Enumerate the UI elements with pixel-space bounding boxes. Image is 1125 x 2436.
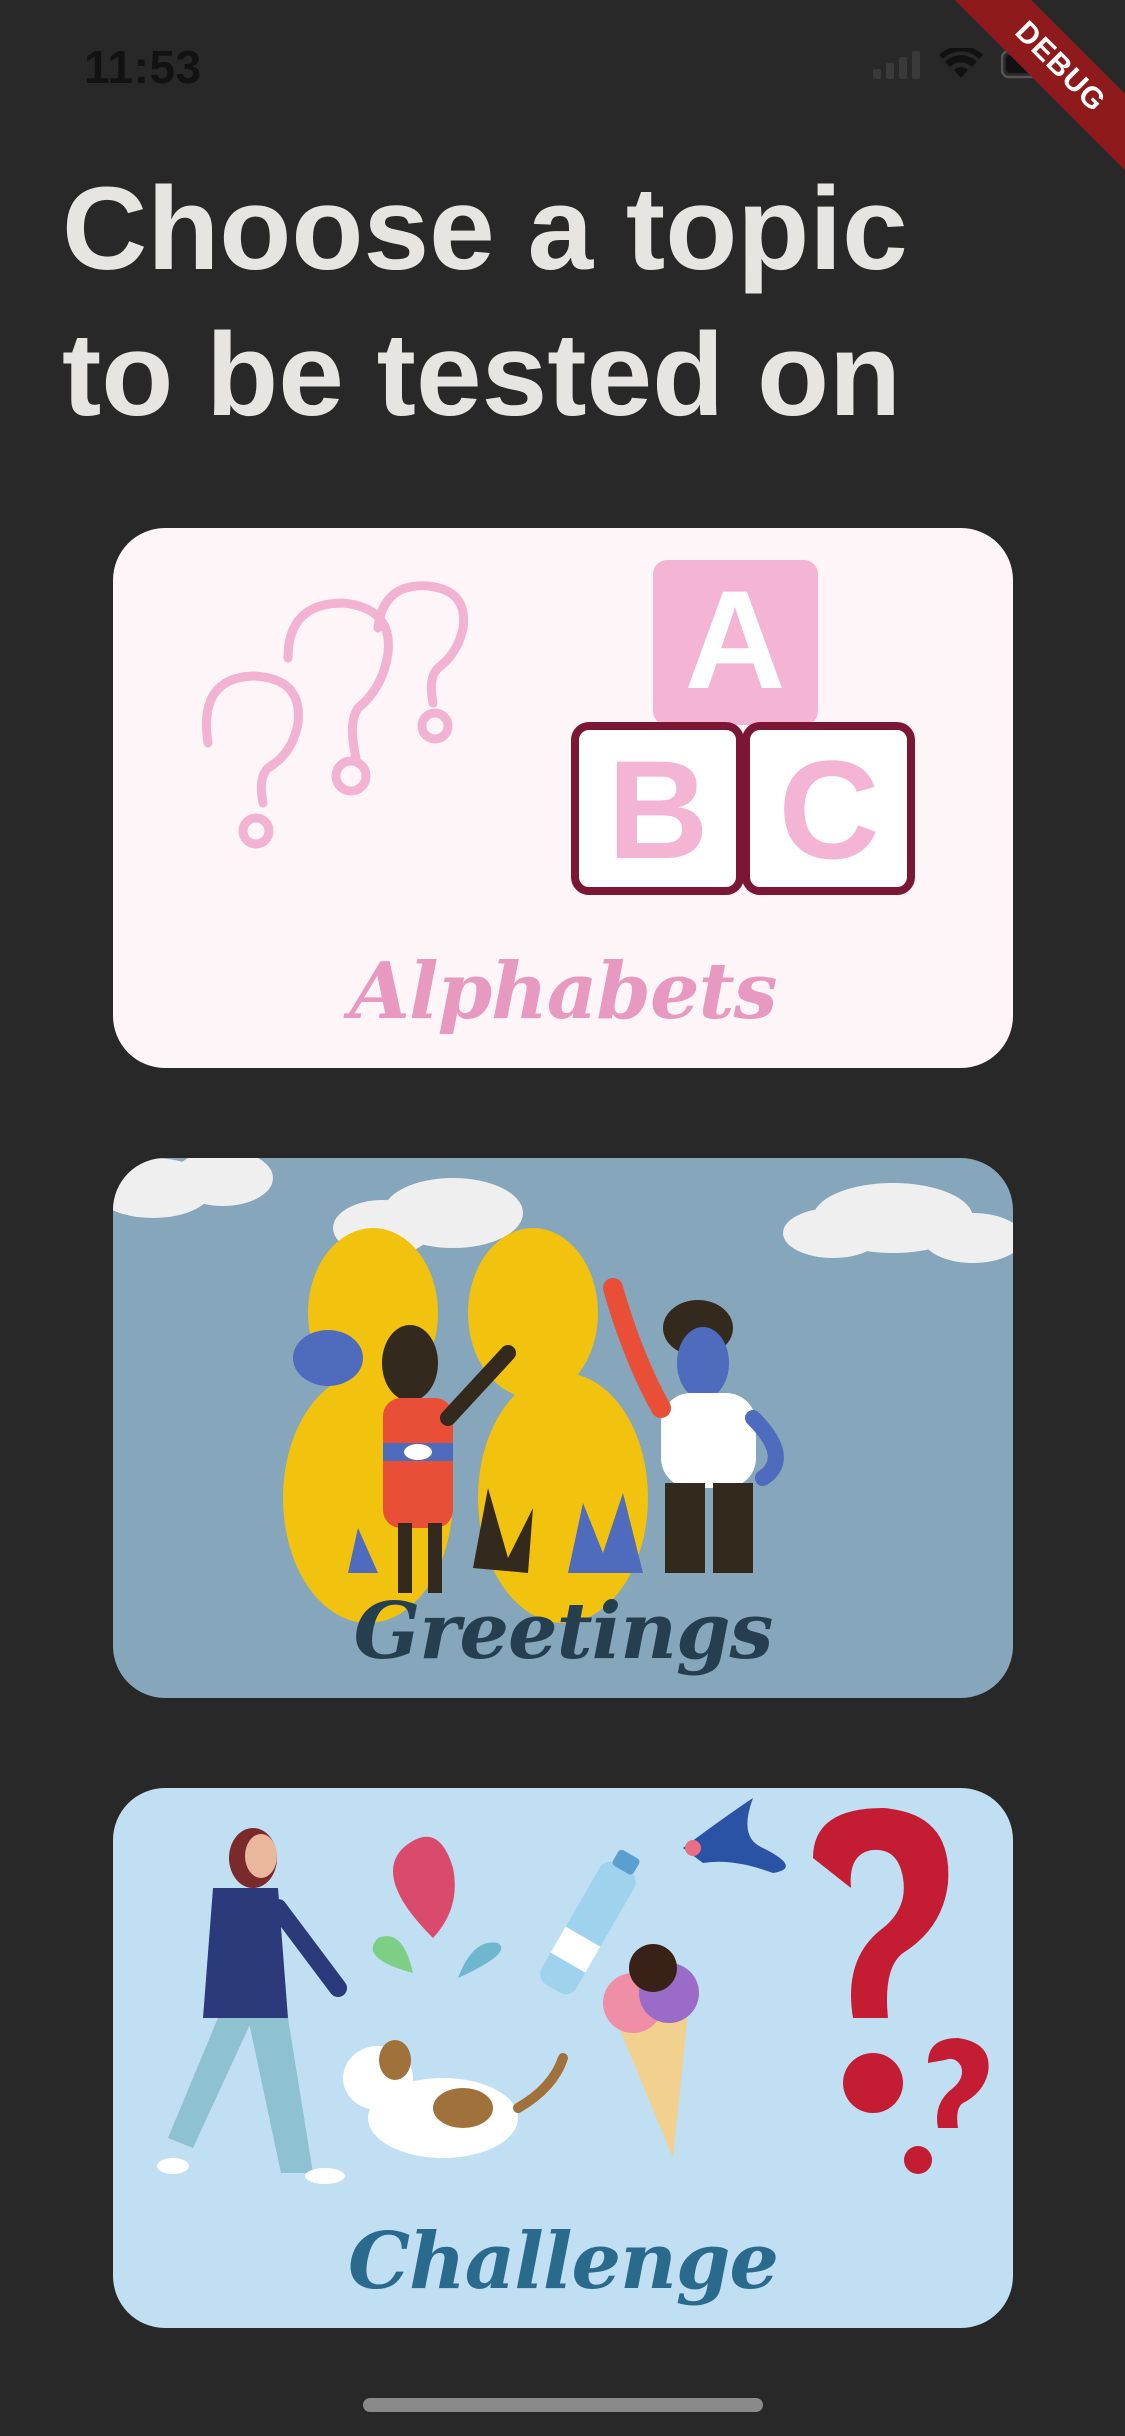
topic-label-greetings: Greetings <box>353 1586 774 1677</box>
home-indicator[interactable] <box>363 2398 763 2412</box>
block-letter-a: A <box>684 561 785 718</box>
page-title-line-2: to be tested on <box>62 309 902 441</box>
topic-card-challenge[interactable]: Challenge <box>113 1788 1013 2328</box>
question-marks-icon <box>202 581 469 849</box>
page-title: Choose a topic to be tested on <box>62 156 1062 448</box>
block-letter-c: C <box>778 731 879 888</box>
wifi-icon <box>939 45 983 85</box>
block-letter-b: B <box>607 731 708 888</box>
walking-woman-icon <box>157 1828 347 2184</box>
status-bar: 11:53 <box>0 0 1125 132</box>
topic-card-greetings[interactable]: Greetings <box>113 1158 1013 1698</box>
ice-cream-icon <box>603 1944 699 2158</box>
status-time: 11:53 <box>84 41 202 93</box>
drop-icon <box>372 1836 502 1978</box>
signal-icon <box>873 49 921 84</box>
page-title-line-1: Choose a topic <box>62 163 908 295</box>
bird-icon <box>683 1798 786 1873</box>
dog-icon <box>343 2040 568 2158</box>
question-mark-icon <box>813 1808 989 2174</box>
alphabet-blocks-icon: A B C <box>571 560 915 895</box>
topic-card-alphabets[interactable]: A B C Alphabets <box>113 528 1013 1068</box>
topic-label-challenge: Challenge <box>347 2216 779 2307</box>
topic-label-alphabets: Alphabets <box>349 946 777 1037</box>
